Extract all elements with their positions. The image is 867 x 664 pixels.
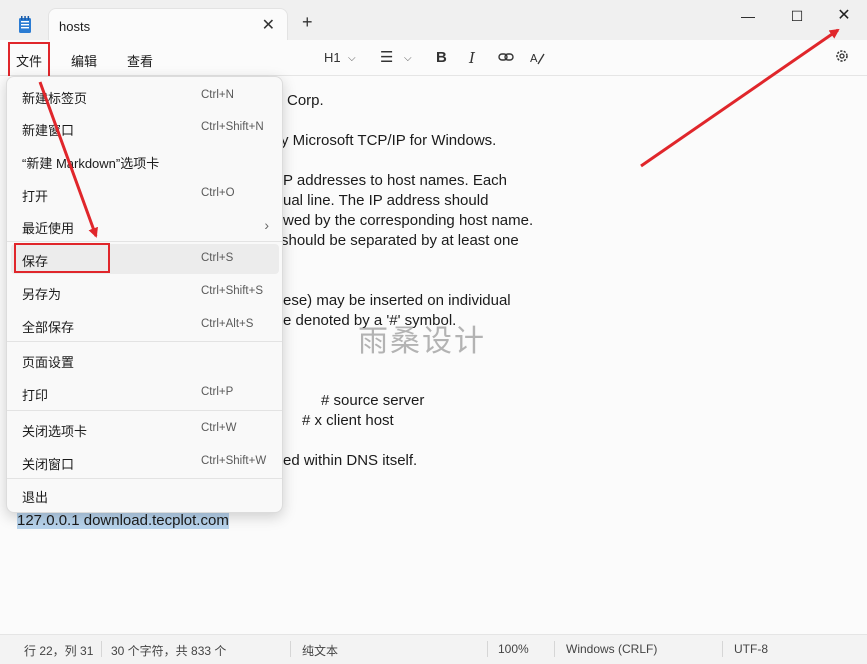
editor-line: ual line. The IP address should (283, 192, 489, 209)
status-divider (487, 641, 488, 657)
toolbar: 文件 编辑 查看 H1 ⌵ ☰ ⌵ B I A (0, 40, 867, 79)
menu-item-open[interactable]: 打开 Ctrl+O (11, 179, 279, 209)
menu-divider (7, 478, 282, 479)
minimize-button[interactable]: — (728, 4, 768, 28)
tab-title: hosts (59, 19, 91, 34)
menu-item-label: “新建 Markdown”选项卡 (22, 156, 160, 171)
menu-divider (7, 341, 282, 342)
menu-item-print[interactable]: 打印 Ctrl+P (11, 378, 279, 408)
editor-line: P addresses to host names. Each (283, 172, 508, 189)
menu-item-shortcut: Ctrl+Alt+S (201, 318, 254, 330)
heading-chevron-icon[interactable]: ⌵ (348, 53, 356, 64)
line-ending[interactable]: Windows (CRLF) (566, 642, 657, 656)
editor-line: ed within DNS itself. (283, 452, 418, 469)
menu-item-label: 新建标签页 (22, 91, 88, 106)
text-format[interactable]: 纯文本 (302, 642, 338, 659)
menu-item-save-all[interactable]: 全部保存 Ctrl+Alt+S (11, 310, 279, 340)
menu-item-page-setup[interactable]: 页面设置 (11, 345, 279, 375)
file-menu[interactable]: 文件 (8, 42, 51, 79)
bold-button[interactable]: B (436, 49, 447, 66)
link-icon[interactable] (498, 49, 514, 65)
status-divider (290, 641, 291, 657)
file-dropdown-menu: 新建标签页 Ctrl+N 新建窗口 Ctrl+Shift+N “新建 Markd… (6, 76, 283, 513)
menu-item-label: 关闭窗口 (22, 457, 75, 472)
menu-item-label: 全部保存 (22, 320, 75, 335)
menu-item-label: 另存为 (22, 287, 62, 302)
view-menu[interactable]: 查看 (121, 49, 159, 72)
svg-text:A: A (530, 52, 538, 65)
watermark-text: 雨桑设计 (358, 325, 486, 358)
selected-text-line: 127.0.0.1 download.tecplot.com (17, 512, 229, 529)
settings-gear-icon[interactable] (834, 48, 850, 64)
menu-item-shortcut: Ctrl+Shift+W (201, 455, 267, 467)
menu-item-new-markdown-tab[interactable]: “新建 Markdown”选项卡 (11, 146, 279, 176)
editor-line: should be separated by at least one (281, 232, 519, 249)
menu-divider (7, 241, 282, 242)
tab-hosts[interactable]: hosts ✕ (48, 8, 288, 40)
menu-item-shortcut: Ctrl+Shift+N (201, 121, 264, 133)
menu-item-shortcut: Ctrl+N (201, 89, 234, 101)
menu-item-label: 打印 (22, 388, 49, 403)
status-divider (101, 641, 102, 657)
menu-item-shortcut: Ctrl+O (201, 187, 235, 199)
status-divider (722, 641, 723, 657)
menu-item-label: 最近使用 (22, 221, 75, 236)
menu-item-shortcut: Ctrl+Shift+S (201, 285, 263, 297)
encoding[interactable]: UTF-8 (734, 642, 768, 656)
title-bar: hosts ✕ + — ☐ ✕ (0, 0, 867, 40)
menu-item-label: 关闭选项卡 (22, 424, 88, 439)
cursor-position: 行 22，列 31 (24, 644, 94, 658)
italic-button[interactable]: I (469, 49, 475, 67)
menu-item-exit[interactable]: 退出 (11, 480, 279, 510)
editor-line: Corp. (287, 92, 324, 109)
notepad-app-icon (19, 16, 31, 33)
selection-count: 30 个字符，共 833 个 (111, 644, 227, 658)
menu-item-shortcut: Ctrl+W (201, 422, 237, 434)
chevron-right-icon: › (264, 217, 269, 233)
new-tab-button[interactable]: + (302, 13, 313, 31)
menu-item-shortcut: Ctrl+P (201, 386, 234, 398)
list-icon[interactable]: ☰ (380, 48, 393, 66)
menu-item-close-window[interactable]: 关闭窗口 Ctrl+Shift+W (11, 447, 279, 477)
maximize-button[interactable]: ☐ (777, 4, 817, 28)
editor-line: # source server (321, 392, 425, 409)
tab-close-icon[interactable]: ✕ (262, 15, 275, 35)
status-divider (554, 641, 555, 657)
status-bar: 行 22，列 31 30 个字符，共 833 个 纯文本 100% Window… (0, 634, 867, 664)
editor-line: wed by the corresponding host name. (283, 212, 534, 229)
menu-item-shortcut: Ctrl+S (201, 252, 234, 264)
menu-item-new-tab[interactable]: 新建标签页 Ctrl+N (11, 81, 279, 111)
menu-item-recent[interactable]: 最近使用 › (11, 211, 279, 241)
menu-item-label: 退出 (22, 490, 49, 505)
menu-item-label: 新建窗口 (22, 123, 75, 138)
menu-divider (7, 410, 282, 411)
zoom-level[interactable]: 100% (498, 642, 529, 656)
menu-item-close-tab[interactable]: 关闭选项卡 Ctrl+W (11, 414, 279, 444)
menu-item-label: 页面设置 (22, 355, 75, 370)
list-chevron-icon[interactable]: ⌵ (404, 53, 412, 64)
clear-formatting-icon[interactable]: A (529, 50, 545, 66)
edit-menu[interactable]: 编辑 (65, 49, 103, 72)
menu-item-save-as[interactable]: 另存为 Ctrl+Shift+S (11, 277, 279, 307)
editor-line: ese) may be inserted on individual (283, 292, 511, 309)
menu-item-label: 打开 (22, 189, 49, 204)
close-window-button[interactable]: ✕ (824, 4, 864, 28)
editor-line: y Microsoft TCP/IP for Windows. (281, 132, 497, 149)
save-highlight-box (14, 243, 110, 273)
heading-button[interactable]: H1 (324, 50, 341, 65)
menu-item-new-window[interactable]: 新建窗口 Ctrl+Shift+N (11, 113, 279, 143)
editor-line: # x client host (302, 412, 394, 429)
